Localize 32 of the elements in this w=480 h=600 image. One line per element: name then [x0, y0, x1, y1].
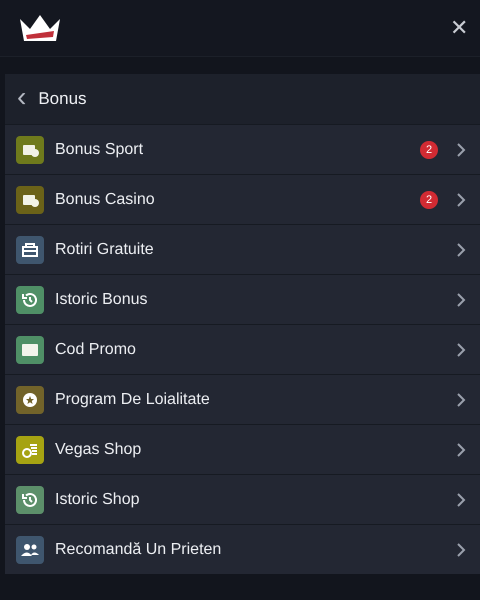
chevron-right-icon	[456, 392, 466, 408]
menu-item-label: Vegas Shop	[55, 440, 142, 458]
menu-item[interactable]: Istoric Shop	[5, 474, 480, 524]
menu-item[interactable]: Rotiri Gratuite	[5, 224, 480, 274]
back-button[interactable]: ‹	[17, 83, 30, 115]
menu-item[interactable]: Cod Promo	[5, 324, 480, 374]
chevron-right-icon	[456, 442, 466, 458]
menu-item-label: Istoric Shop	[55, 490, 140, 508]
chevron-right-icon	[456, 142, 466, 158]
chevron-right-icon	[456, 542, 466, 558]
menu-item-label: Cod Promo	[55, 340, 137, 358]
menu-item-label: Istoric Bonus	[55, 290, 148, 308]
menu-item[interactable]: Bonus Casino 2	[5, 174, 480, 224]
count-badge: 2	[420, 190, 438, 208]
menu-item[interactable]: Vegas Shop	[5, 424, 480, 474]
chevron-right-icon	[456, 242, 466, 258]
menu-item-label: Bonus Sport	[55, 140, 144, 158]
panel-title: Bonus	[38, 89, 87, 109]
chevron-right-icon	[456, 342, 466, 358]
menu-item[interactable]: Istoric Bonus	[5, 274, 480, 324]
chevron-right-icon	[456, 292, 466, 308]
menu-item-label: Program De Loialitate	[55, 390, 211, 408]
chevron-right-icon	[456, 192, 466, 208]
menu-item-label: Bonus Casino	[55, 190, 156, 208]
menu-item[interactable]: Program De Loialitate	[5, 374, 480, 424]
menu-item-label: Rotiri Gratuite	[55, 240, 155, 258]
chevron-right-icon	[456, 492, 466, 508]
count-badge: 2	[420, 140, 438, 158]
menu-item-label: Recomandă Un Prieten	[55, 540, 222, 558]
menu-item[interactable]: Bonus Sport 2	[5, 124, 480, 174]
close-button[interactable]: ✕	[444, 13, 474, 43]
menu-item[interactable]: Recomandă Un Prieten	[5, 524, 480, 574]
